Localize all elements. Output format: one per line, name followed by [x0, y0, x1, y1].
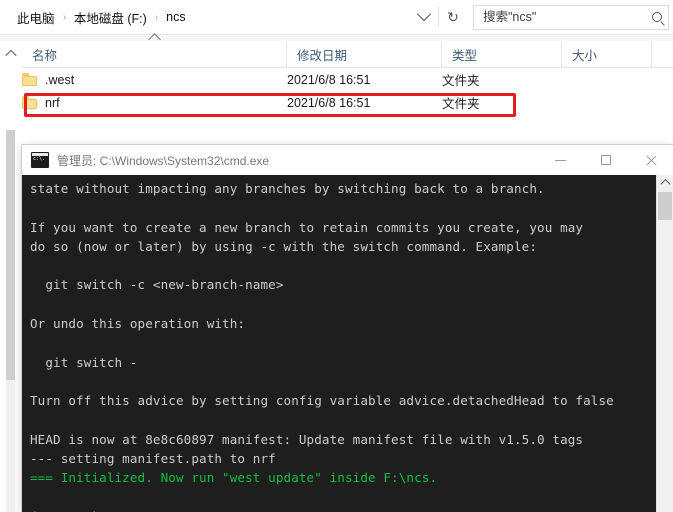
file-date-cell: 2021/6/8 16:51	[287, 95, 371, 110]
console-line: (py3-ncs) F:\ncs>	[30, 507, 656, 512]
file-name-cell[interactable]: .west	[0, 68, 287, 91]
column-header-size[interactable]: 大小	[562, 41, 652, 67]
console-line: --- setting manifest.path to nrf	[30, 451, 276, 467]
table-row[interactable]: nrf 2021/6/8 16:51 文件夹	[0, 91, 673, 114]
address-dropdown-button[interactable]	[410, 4, 438, 30]
column-header-size-label: 大小	[572, 48, 598, 63]
screenshot-root: 此电脑 › 本地磁盘 (F:) › ncs ↻ 搜索"ncs" 名称 修改日期 …	[0, 0, 673, 512]
refresh-button[interactable]: ↻	[439, 4, 467, 30]
console-line: git switch -	[30, 354, 138, 370]
file-list: .west 2021/6/8 16:51 文件夹 nrf 2021/6/8 16…	[0, 68, 673, 130]
column-header-row: 名称 修改日期 类型 大小	[0, 33, 673, 67]
scroll-up-button[interactable]	[657, 175, 673, 190]
console-output-area[interactable]: state without impacting any branches by …	[22, 175, 673, 512]
folder-icon	[22, 96, 37, 109]
chevron-up-icon	[5, 49, 17, 62]
column-header-date[interactable]: 修改日期	[287, 41, 442, 67]
console-line: state without impacting any branches by …	[30, 181, 545, 196]
refresh-icon: ↻	[447, 9, 459, 25]
console-line: Turn off this advice by setting config v…	[30, 393, 614, 409]
console-line: do so (now or later) by using -c with th…	[30, 238, 538, 254]
console-line: Or undo this operation with:	[30, 316, 246, 332]
scrollbar-thumb[interactable]	[658, 192, 672, 220]
breadcrumb-separator: ›	[62, 11, 66, 23]
table-row[interactable]: .west 2021/6/8 16:51 文件夹	[0, 68, 673, 91]
console-scrollbar[interactable]	[656, 175, 673, 512]
search-input[interactable]	[474, 9, 646, 25]
console-line: === Initialized. Now run "west update" i…	[30, 470, 438, 486]
navigation-collapse-button[interactable]	[0, 49, 22, 62]
file-name-cell[interactable]: nrf	[0, 91, 287, 114]
minimize-button[interactable]	[538, 145, 583, 175]
scroll-up-icon	[660, 178, 670, 189]
breadcrumb-item-local-disk[interactable]: 本地磁盘 (F:)	[71, 6, 150, 29]
column-header-type-label: 类型	[452, 48, 478, 63]
explorer-left-scrollbar[interactable]	[0, 130, 22, 512]
console-title-bar[interactable]: 管理员: C:\Windows\System32\cmd.exe	[22, 145, 673, 175]
file-size-cell	[562, 91, 652, 114]
console-title-text: 管理员: C:\Windows\System32\cmd.exe	[57, 153, 270, 168]
address-bar: 此电脑 › 本地磁盘 (F:) › ncs ↻	[0, 0, 673, 34]
minimize-icon	[555, 159, 566, 161]
file-name-label: .west	[45, 72, 75, 87]
column-header-date-label: 修改日期	[297, 48, 348, 63]
column-header-name[interactable]: 名称	[22, 33, 287, 67]
console-line: HEAD is now at 8e8c60897 manifest: Updat…	[30, 431, 584, 447]
folder-icon	[22, 73, 37, 86]
console-line: If you want to create a new branch to re…	[30, 219, 584, 235]
file-name-label: nrf	[45, 95, 60, 110]
search-icon[interactable]	[646, 12, 668, 22]
cmd-icon	[31, 152, 49, 168]
maximize-icon	[600, 155, 611, 165]
breadcrumb[interactable]: 此电脑 › 本地磁盘 (F:) › ncs	[0, 5, 410, 29]
search-box[interactable]	[473, 4, 669, 30]
maximize-button[interactable]	[583, 145, 628, 175]
file-size-cell	[562, 68, 652, 91]
breadcrumb-item-ncs[interactable]: ncs	[163, 8, 188, 26]
file-type-cell: 文件夹	[442, 74, 480, 88]
scrollbar-track[interactable]	[6, 380, 15, 512]
column-header-type[interactable]: 类型	[442, 41, 562, 67]
file-date-cell: 2021/6/8 16:51	[287, 72, 371, 87]
scrollbar-thumb[interactable]	[6, 130, 15, 380]
breadcrumb-separator: ›	[154, 11, 158, 23]
command-prompt-window: 管理员: C:\Windows\System32\cmd.exe state w…	[22, 145, 673, 512]
column-header-name-label: 名称	[32, 48, 58, 63]
console-line: git switch -c <new-branch-name>	[30, 277, 284, 293]
close-button[interactable]	[628, 145, 673, 175]
file-type-cell: 文件夹	[442, 97, 480, 111]
chevron-down-icon	[416, 7, 432, 22]
breadcrumb-item-this-pc[interactable]: 此电脑	[14, 6, 58, 29]
close-icon	[645, 154, 657, 166]
console-text: state without impacting any branches by …	[30, 179, 656, 512]
